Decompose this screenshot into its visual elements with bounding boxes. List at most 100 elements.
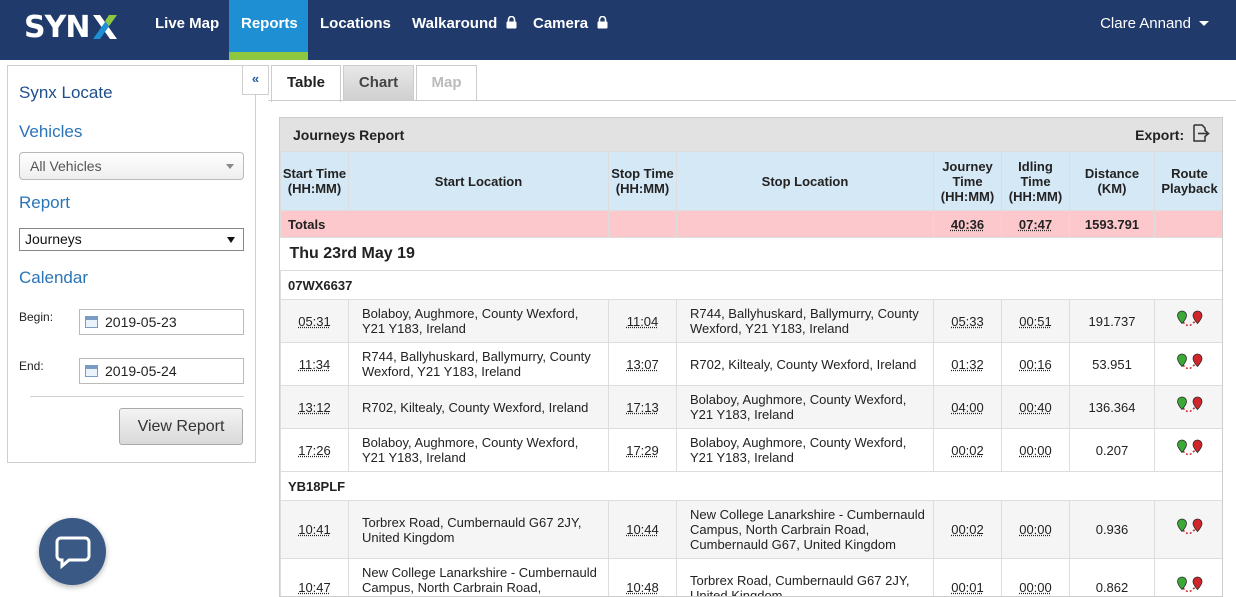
logo-text: SYN	[24, 9, 90, 45]
route-playback-icon[interactable]	[1176, 518, 1204, 541]
calendar-label: Calendar	[19, 268, 88, 287]
col-start-time[interactable]: Start Time (HH:MM)	[280, 151, 349, 211]
collapse-sidebar-button[interactable]: «	[242, 65, 269, 95]
dropdown-arrow-icon	[227, 237, 235, 243]
nav-reports[interactable]: Reports	[229, 0, 308, 60]
vehicles-select[interactable]: All Vehicles	[19, 152, 244, 180]
table-row: 17:26 Bolaboy, Aughmore, County Wexford,…	[280, 428, 1222, 472]
col-distance[interactable]: Distance (KM)	[1069, 151, 1155, 211]
vehicle-group-row: 07WX6637	[280, 270, 1222, 300]
caret-down-icon	[1199, 21, 1209, 26]
table-row: 10:41 Torbrex Road, Cumbernauld G67 2JY,…	[280, 500, 1222, 559]
stop-location: Bolaboy, Aughmore, County Wexford, Y21 Y…	[676, 428, 934, 472]
journeys-table: Start Time (HH:MM) Start Location Stop T…	[280, 151, 1222, 596]
journey-time: 04:00	[933, 385, 1002, 429]
vehicle-group-row: YB18PLF	[280, 471, 1222, 501]
idling-time: 00:00	[1001, 558, 1070, 596]
distance: 191.737	[1069, 299, 1155, 343]
route-playback-icon[interactable]	[1176, 576, 1204, 596]
stop-location: Torbrex Road, Cumbernauld G67 2JY, Unite…	[676, 558, 934, 596]
distance: 0.207	[1069, 428, 1155, 472]
totals-row: Totals 40:36 07:47 1593.791	[280, 210, 1222, 238]
sidebar-divider	[30, 396, 244, 397]
top-navbar: SYN Live Map Reports Locations Walkaroun…	[0, 0, 1236, 60]
date-heading: Thu 23rd May 19	[280, 237, 1222, 271]
nav-locations[interactable]: Locations	[308, 0, 403, 60]
stop-location: R744, Ballyhuskard, Ballymurry, County W…	[676, 299, 934, 343]
stop-time: 17:29	[608, 428, 677, 472]
stop-location: New College Lanarkshire - Cumbernauld Ca…	[676, 500, 934, 559]
col-start-location[interactable]: Start Location	[348, 151, 609, 211]
col-stop-time[interactable]: Stop Time (HH:MM)	[608, 151, 677, 211]
sidebar-panel: Synx Locate Vehicles All Vehicles Report…	[7, 65, 256, 463]
chat-button[interactable]	[39, 518, 106, 585]
journey-time: 05:33	[933, 299, 1002, 343]
start-location: Bolaboy, Aughmore, County Wexford, Y21 Y…	[348, 299, 609, 343]
table-header-row: Start Time (HH:MM) Start Location Stop T…	[280, 151, 1222, 211]
stop-time: 10:48	[608, 558, 677, 596]
totals-idling-time: 07:47	[1018, 216, 1053, 232]
idling-time: 00:51	[1001, 299, 1070, 343]
end-label: End:	[19, 359, 44, 373]
table-row: 13:12 R702, Kiltealy, County Wexford, Ir…	[280, 385, 1222, 429]
sidebar-title: Synx Locate	[19, 83, 113, 102]
journeys-report: Journeys Report Export: Start Time (HH:M…	[279, 117, 1223, 597]
journey-time: 01:32	[933, 342, 1002, 386]
synx-logo[interactable]: SYN	[24, 9, 119, 45]
tab-chart[interactable]: Chart	[343, 65, 414, 101]
user-menu[interactable]: Clare Annand	[1100, 0, 1209, 48]
totals-journey-time: 40:36	[950, 216, 985, 232]
journey-time: 00:01	[933, 558, 1002, 596]
totals-label: Totals	[280, 210, 609, 238]
report-select[interactable]: Journeys	[19, 228, 244, 251]
idling-time: 00:16	[1001, 342, 1070, 386]
export-button[interactable]: Export:	[1135, 124, 1210, 143]
col-route-playback: Route Playback	[1154, 151, 1222, 211]
table-row: 11:34 R744, Ballyhuskard, Ballymurry, Co…	[280, 342, 1222, 386]
table-row: 05:31 Bolaboy, Aughmore, County Wexford,…	[280, 299, 1222, 343]
start-time: 10:41	[280, 500, 349, 559]
report-header: Journeys Report Export:	[280, 118, 1222, 152]
tab-baseline	[268, 100, 1236, 101]
route-playback-icon[interactable]	[1176, 310, 1204, 333]
stop-time: 10:44	[608, 500, 677, 559]
idling-time: 00:40	[1001, 385, 1070, 429]
start-location: R744, Ballyhuskard, Ballymurry, County W…	[348, 342, 609, 386]
lock-icon	[506, 1, 517, 49]
chat-bubble-icon	[55, 536, 91, 569]
route-playback-icon[interactable]	[1176, 396, 1204, 419]
nav-live-map[interactable]: Live Map	[143, 0, 231, 60]
col-idling-time[interactable]: Idling Time (HH:MM)	[1001, 151, 1070, 211]
distance: 136.364	[1069, 385, 1155, 429]
nav-walkaround[interactable]: Walkaround	[400, 0, 529, 60]
idling-time: 00:00	[1001, 500, 1070, 559]
start-time: 17:26	[280, 428, 349, 472]
col-journey-time[interactable]: Journey Time (HH:MM)	[933, 151, 1002, 211]
table-row: 10:47 New College Lanarkshire - Cumberna…	[280, 558, 1222, 596]
nav-camera[interactable]: Camera	[521, 0, 620, 60]
stop-time: 13:07	[608, 342, 677, 386]
start-location: R702, Kiltealy, County Wexford, Ireland	[348, 385, 609, 429]
export-icon	[1193, 124, 1210, 142]
stop-time: 11:04	[608, 299, 677, 343]
stop-time: 17:13	[608, 385, 677, 429]
begin-date-input[interactable]: 2019-05-23	[79, 309, 244, 335]
col-stop-location[interactable]: Stop Location	[676, 151, 934, 211]
start-location: Torbrex Road, Cumbernauld G67 2JY, Unite…	[348, 500, 609, 559]
end-date-input[interactable]: 2019-05-24	[79, 358, 244, 384]
view-report-button[interactable]: View Report	[119, 408, 243, 445]
report-label: Report	[19, 193, 71, 212]
route-playback-icon[interactable]	[1176, 439, 1204, 462]
calendar-icon	[85, 365, 98, 377]
tab-table[interactable]: Table	[271, 65, 341, 102]
dropdown-arrow-icon	[226, 164, 234, 169]
journey-time: 00:02	[933, 500, 1002, 559]
vehicle-registration: 07WX6637	[280, 270, 1222, 300]
route-playback-icon[interactable]	[1176, 353, 1204, 376]
lock-icon	[597, 1, 608, 49]
date-group-row: Thu 23rd May 19	[280, 237, 1222, 271]
journey-time: 00:02	[933, 428, 1002, 472]
tab-map: Map	[416, 65, 477, 101]
distance: 0.936	[1069, 500, 1155, 559]
start-location: Bolaboy, Aughmore, County Wexford, Y21 Y…	[348, 428, 609, 472]
